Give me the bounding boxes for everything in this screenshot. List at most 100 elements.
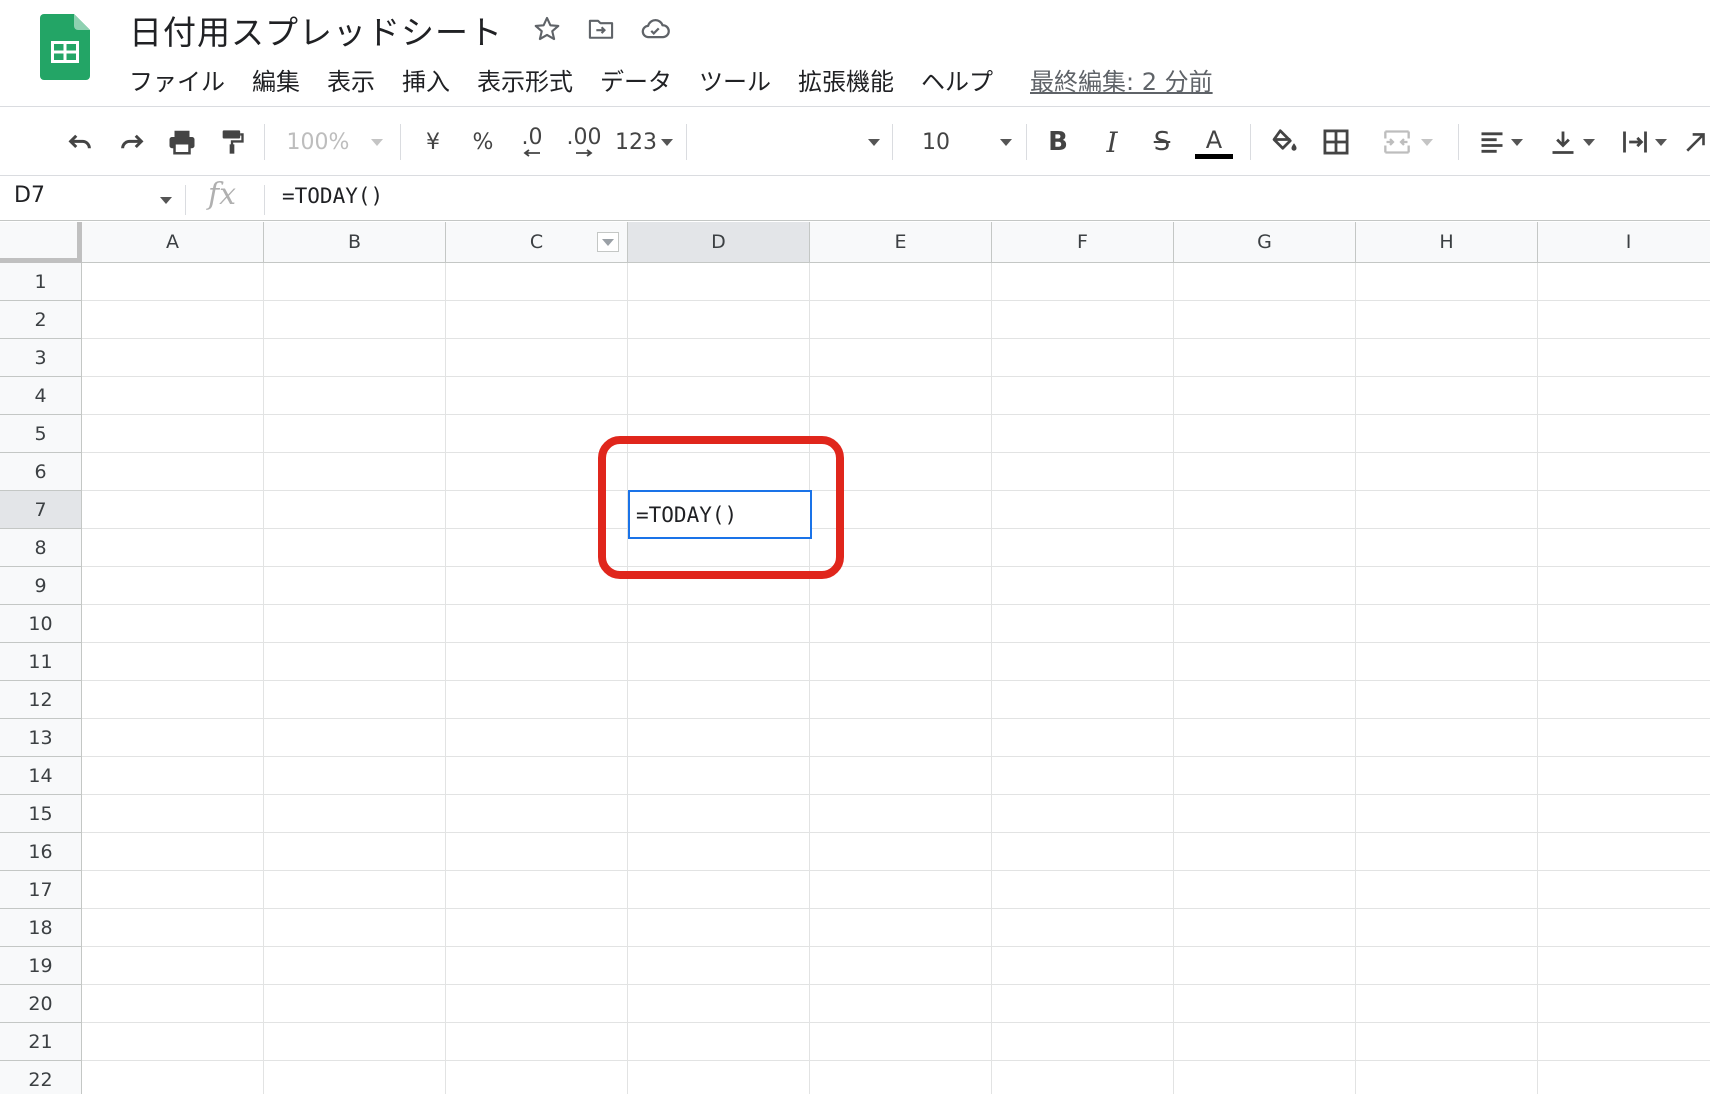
menu-extensions[interactable]: 拡張機能 [798,62,894,97]
merge-cells-icon [1384,130,1410,154]
more-formats-select[interactable]: 123 [614,122,674,162]
text-color-label: A [1205,125,1223,154]
cloud-saved-icon[interactable] [638,12,672,46]
font-size-value: 10 [922,129,950,155]
menu-help[interactable]: ヘルプ [921,62,993,97]
toolbar-separator [686,124,687,160]
text-wrap-select[interactable] [1614,122,1674,162]
row-header-7[interactable]: 7 [0,491,82,529]
row-header-19[interactable]: 19 [0,947,82,985]
toolbar-separator [1250,124,1251,160]
formula-input[interactable]: =TODAY() [282,184,383,208]
document-title[interactable]: 日付用スプレッドシート [129,6,503,54]
column-headers: A B C D E F G H I [82,222,1710,263]
row-header-5[interactable]: 5 [0,415,82,453]
row-header-15[interactable]: 15 [0,795,82,833]
chevron-down-icon [1000,138,1012,146]
increase-decimal-label: .00 [566,125,602,150]
fill-color-icon[interactable] [1266,122,1302,162]
chevron-down-icon [371,138,384,146]
decrease-decimal-button[interactable]: .0 [514,122,550,162]
toolbar: 100% ¥ % .0 .00 123 10 B I S A [0,108,1710,176]
row-header-9[interactable]: 9 [0,567,82,605]
menu-edit[interactable]: 編集 [252,62,300,97]
bold-button[interactable]: B [1040,122,1076,162]
strikethrough-button[interactable]: S [1144,122,1180,162]
menu-tools[interactable]: ツール [699,62,771,97]
font-size-select[interactable]: 10 [906,122,1016,162]
toolbar-separator [1026,124,1027,160]
column-header-a[interactable]: A [82,222,264,263]
arrow-right-icon [576,149,593,157]
formula-separator [185,185,186,215]
star-icon[interactable] [530,12,564,46]
row-header-20[interactable]: 20 [0,985,82,1023]
row-header-3[interactable]: 3 [0,339,82,377]
font-family-select[interactable] [700,122,880,162]
decrease-decimal-label: .0 [521,125,543,150]
select-all-corner[interactable] [0,222,82,263]
row-header-13[interactable]: 13 [0,719,82,757]
name-box[interactable]: D7 [14,183,45,208]
increase-decimal-button[interactable]: .00 [564,122,604,162]
toolbar-separator [1458,124,1459,160]
toolbar-separator [892,124,893,160]
menu-data[interactable]: データ [600,62,672,97]
vertical-align-select[interactable] [1542,122,1602,162]
align-left-icon [1481,132,1503,153]
chevron-down-icon[interactable] [160,197,172,204]
more-formats-label: 123 [615,129,657,155]
row-header-17[interactable]: 17 [0,871,82,909]
row-header-2[interactable]: 2 [0,301,82,339]
row-header-14[interactable]: 14 [0,757,82,795]
column-header-i[interactable]: I [1538,222,1710,263]
sheets-logo-icon[interactable] [40,14,90,80]
column-header-h[interactable]: H [1356,222,1538,263]
move-to-folder-icon[interactable] [584,12,618,46]
row-header-22[interactable]: 22 [0,1061,82,1094]
chevron-down-icon [661,138,673,146]
row-header-12[interactable]: 12 [0,681,82,719]
currency-button[interactable]: ¥ [418,122,448,162]
text-color-button[interactable]: A [1194,122,1234,162]
row-header-1[interactable]: 1 [0,263,82,301]
column-header-f[interactable]: F [992,222,1174,263]
row-header-8[interactable]: 8 [0,529,82,567]
chevron-down-icon [868,138,880,146]
row-header-18[interactable]: 18 [0,909,82,947]
column-header-b[interactable]: B [264,222,446,263]
borders-icon[interactable] [1318,122,1354,162]
filter-icon[interactable] [597,232,619,252]
zoom-select[interactable]: 100% [280,122,390,162]
redo-icon[interactable] [114,122,150,162]
chevron-down-icon [1421,138,1433,146]
print-icon[interactable] [164,122,200,162]
column-header-e[interactable]: E [810,222,992,263]
undo-icon[interactable] [62,122,98,162]
percent-button[interactable]: % [468,122,498,162]
active-cell-d7[interactable]: =TODAY() [628,490,812,539]
menu-file[interactable]: ファイル [129,62,225,97]
app-header: 日付用スプレッドシート ファイル 編集 表示 挿入 表示形式 データ ツール 拡… [0,0,1710,107]
row-header-11[interactable]: 11 [0,643,82,681]
row-header-4[interactable]: 4 [0,377,82,415]
row-header-10[interactable]: 10 [0,605,82,643]
horizontal-align-select[interactable] [1470,122,1530,162]
menu-view[interactable]: 表示 [327,62,375,97]
column-header-g[interactable]: G [1174,222,1356,263]
column-header-c[interactable]: C [446,222,628,263]
paint-format-icon[interactable] [214,122,250,162]
chevron-down-icon [1655,138,1667,146]
merge-cells-select[interactable] [1372,122,1442,162]
column-header-d[interactable]: D [628,222,810,263]
row-header-21[interactable]: 21 [0,1023,82,1061]
cell-grid[interactable] [82,263,1710,1094]
italic-button[interactable]: I [1094,122,1130,162]
menu-format[interactable]: 表示形式 [477,62,573,97]
menu-insert[interactable]: 挿入 [402,62,450,97]
row-header-6[interactable]: 6 [0,453,82,491]
row-header-16[interactable]: 16 [0,833,82,871]
last-edit-link[interactable]: 最終編集: 2 分前 [1030,62,1213,97]
chevron-down-icon [1583,138,1595,146]
text-rotation-icon[interactable] [1684,122,1710,162]
